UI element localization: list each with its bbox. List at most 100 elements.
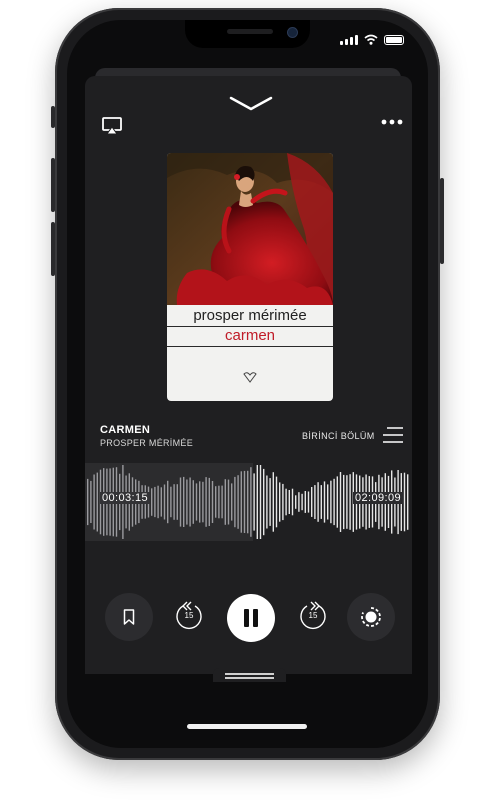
waveform-bar [314, 485, 316, 519]
waveform-bar [327, 484, 329, 520]
waveform-bar [285, 488, 287, 516]
waveform-bar [221, 485, 223, 519]
waveform-bar [160, 487, 162, 517]
pause-icon [244, 609, 258, 627]
waveform-bar [189, 477, 191, 527]
waveform-bar [192, 480, 194, 524]
waveform-bar [275, 476, 278, 528]
bottom-sheet-handle[interactable] [213, 668, 286, 682]
waveform-bar [234, 476, 236, 528]
waveform-bar [343, 474, 345, 530]
waveform-bar [253, 473, 255, 531]
waveform-bar [247, 470, 249, 534]
phone-frame: prosper mérimée carmen CARMEN PROSPER MÉ… [51, 8, 444, 760]
waveform-bar [211, 481, 214, 523]
waveform-bar [157, 485, 159, 519]
waveform-bar [407, 474, 409, 530]
waveform-bar [96, 472, 98, 532]
waveform-bar [179, 477, 182, 527]
waveform-bar [339, 472, 342, 532]
status-bar [340, 34, 404, 45]
waveform-bar [307, 491, 310, 513]
waveform-bar [349, 474, 351, 530]
cover-author-text: prosper mérimée [167, 305, 333, 327]
waveform-bar [298, 492, 300, 512]
waveform-bar [167, 480, 169, 524]
volume-down-button [51, 222, 55, 276]
waveform-bar [240, 471, 242, 533]
waveform-bar [231, 483, 233, 521]
waveform-bar [202, 481, 204, 523]
waveform-bar [291, 488, 294, 516]
waveform-bar [279, 482, 281, 522]
waveform-bar [282, 483, 284, 521]
pause-button[interactable] [227, 594, 275, 642]
waveform-bar [323, 481, 326, 523]
waveform-bar [90, 480, 92, 523]
waveform-bar [173, 484, 175, 520]
waveform-bar [320, 485, 322, 519]
waveform-bar [163, 484, 166, 520]
waveform-bar [224, 479, 226, 525]
waveform-bar [227, 479, 230, 525]
cellular-signal-icon [340, 35, 358, 45]
waveform-bar [266, 475, 268, 529]
waveform-bar [250, 467, 252, 537]
waveform-bar [295, 495, 297, 509]
rewind-seconds: 15 [184, 611, 194, 620]
waveform-bar [215, 486, 217, 518]
total-time: 02:09:09 [353, 492, 404, 504]
waveform-bar [333, 478, 335, 526]
book-cover: prosper mérimée carmen [167, 153, 333, 401]
waveform-bar [218, 485, 220, 519]
speed-button[interactable] [347, 593, 395, 641]
waveform-bar [346, 475, 348, 529]
waveform-bar [263, 468, 265, 536]
waveform-bar [259, 465, 262, 539]
player-sheet: prosper mérimée carmen CARMEN PROSPER MÉ… [85, 76, 412, 682]
screen: prosper mérimée carmen CARMEN PROSPER MÉ… [67, 20, 428, 748]
waveform-bar [199, 481, 201, 523]
waveform-bar [330, 480, 332, 524]
waveform-bar [176, 484, 178, 520]
waveform-bar [186, 479, 188, 525]
earpiece [227, 29, 273, 34]
cover-title-text: carmen [167, 327, 333, 347]
waveform-bar [195, 483, 198, 521]
battery-icon [384, 35, 404, 45]
bookmark-icon [123, 609, 135, 625]
waveform-bar [93, 474, 95, 530]
waveform-bar [269, 478, 271, 526]
speed-icon [361, 607, 381, 627]
volume-up-button [51, 158, 55, 212]
book-author: PROSPER MÉRİMÉE [100, 438, 194, 448]
forward-button[interactable]: 15 [297, 601, 329, 633]
rewind-button[interactable]: 15 [173, 601, 205, 633]
waveform-bar [256, 465, 258, 539]
waveform-bar [170, 486, 172, 518]
waveform-bar [288, 490, 290, 514]
waveform-bar [272, 472, 274, 532]
waveform-bar [208, 477, 210, 526]
waveform-bar [336, 476, 338, 528]
bookmark-button[interactable] [105, 593, 153, 641]
front-camera [287, 27, 298, 38]
more-icon[interactable] [380, 118, 404, 126]
waveform-bar [311, 487, 313, 517]
chapter-label[interactable]: BİRİNCİ BÖLÜM [302, 431, 375, 441]
waveform-bar [317, 482, 319, 522]
waveform-bar [243, 470, 246, 533]
chapter-list-icon[interactable] [382, 426, 404, 444]
waveform-bar [304, 491, 306, 513]
waveform-bar [87, 478, 89, 526]
waveform-bar [151, 488, 153, 516]
waveform-bar [154, 486, 156, 518]
airplay-icon[interactable] [102, 117, 122, 135]
home-indicator[interactable] [187, 724, 307, 729]
waveform-bar [403, 472, 406, 532]
publisher-logo [243, 372, 257, 383]
chevron-down-icon[interactable] [229, 96, 273, 112]
waveform-bar [237, 475, 239, 529]
waveform-bar [205, 477, 207, 527]
waveform-bar [183, 476, 185, 527]
